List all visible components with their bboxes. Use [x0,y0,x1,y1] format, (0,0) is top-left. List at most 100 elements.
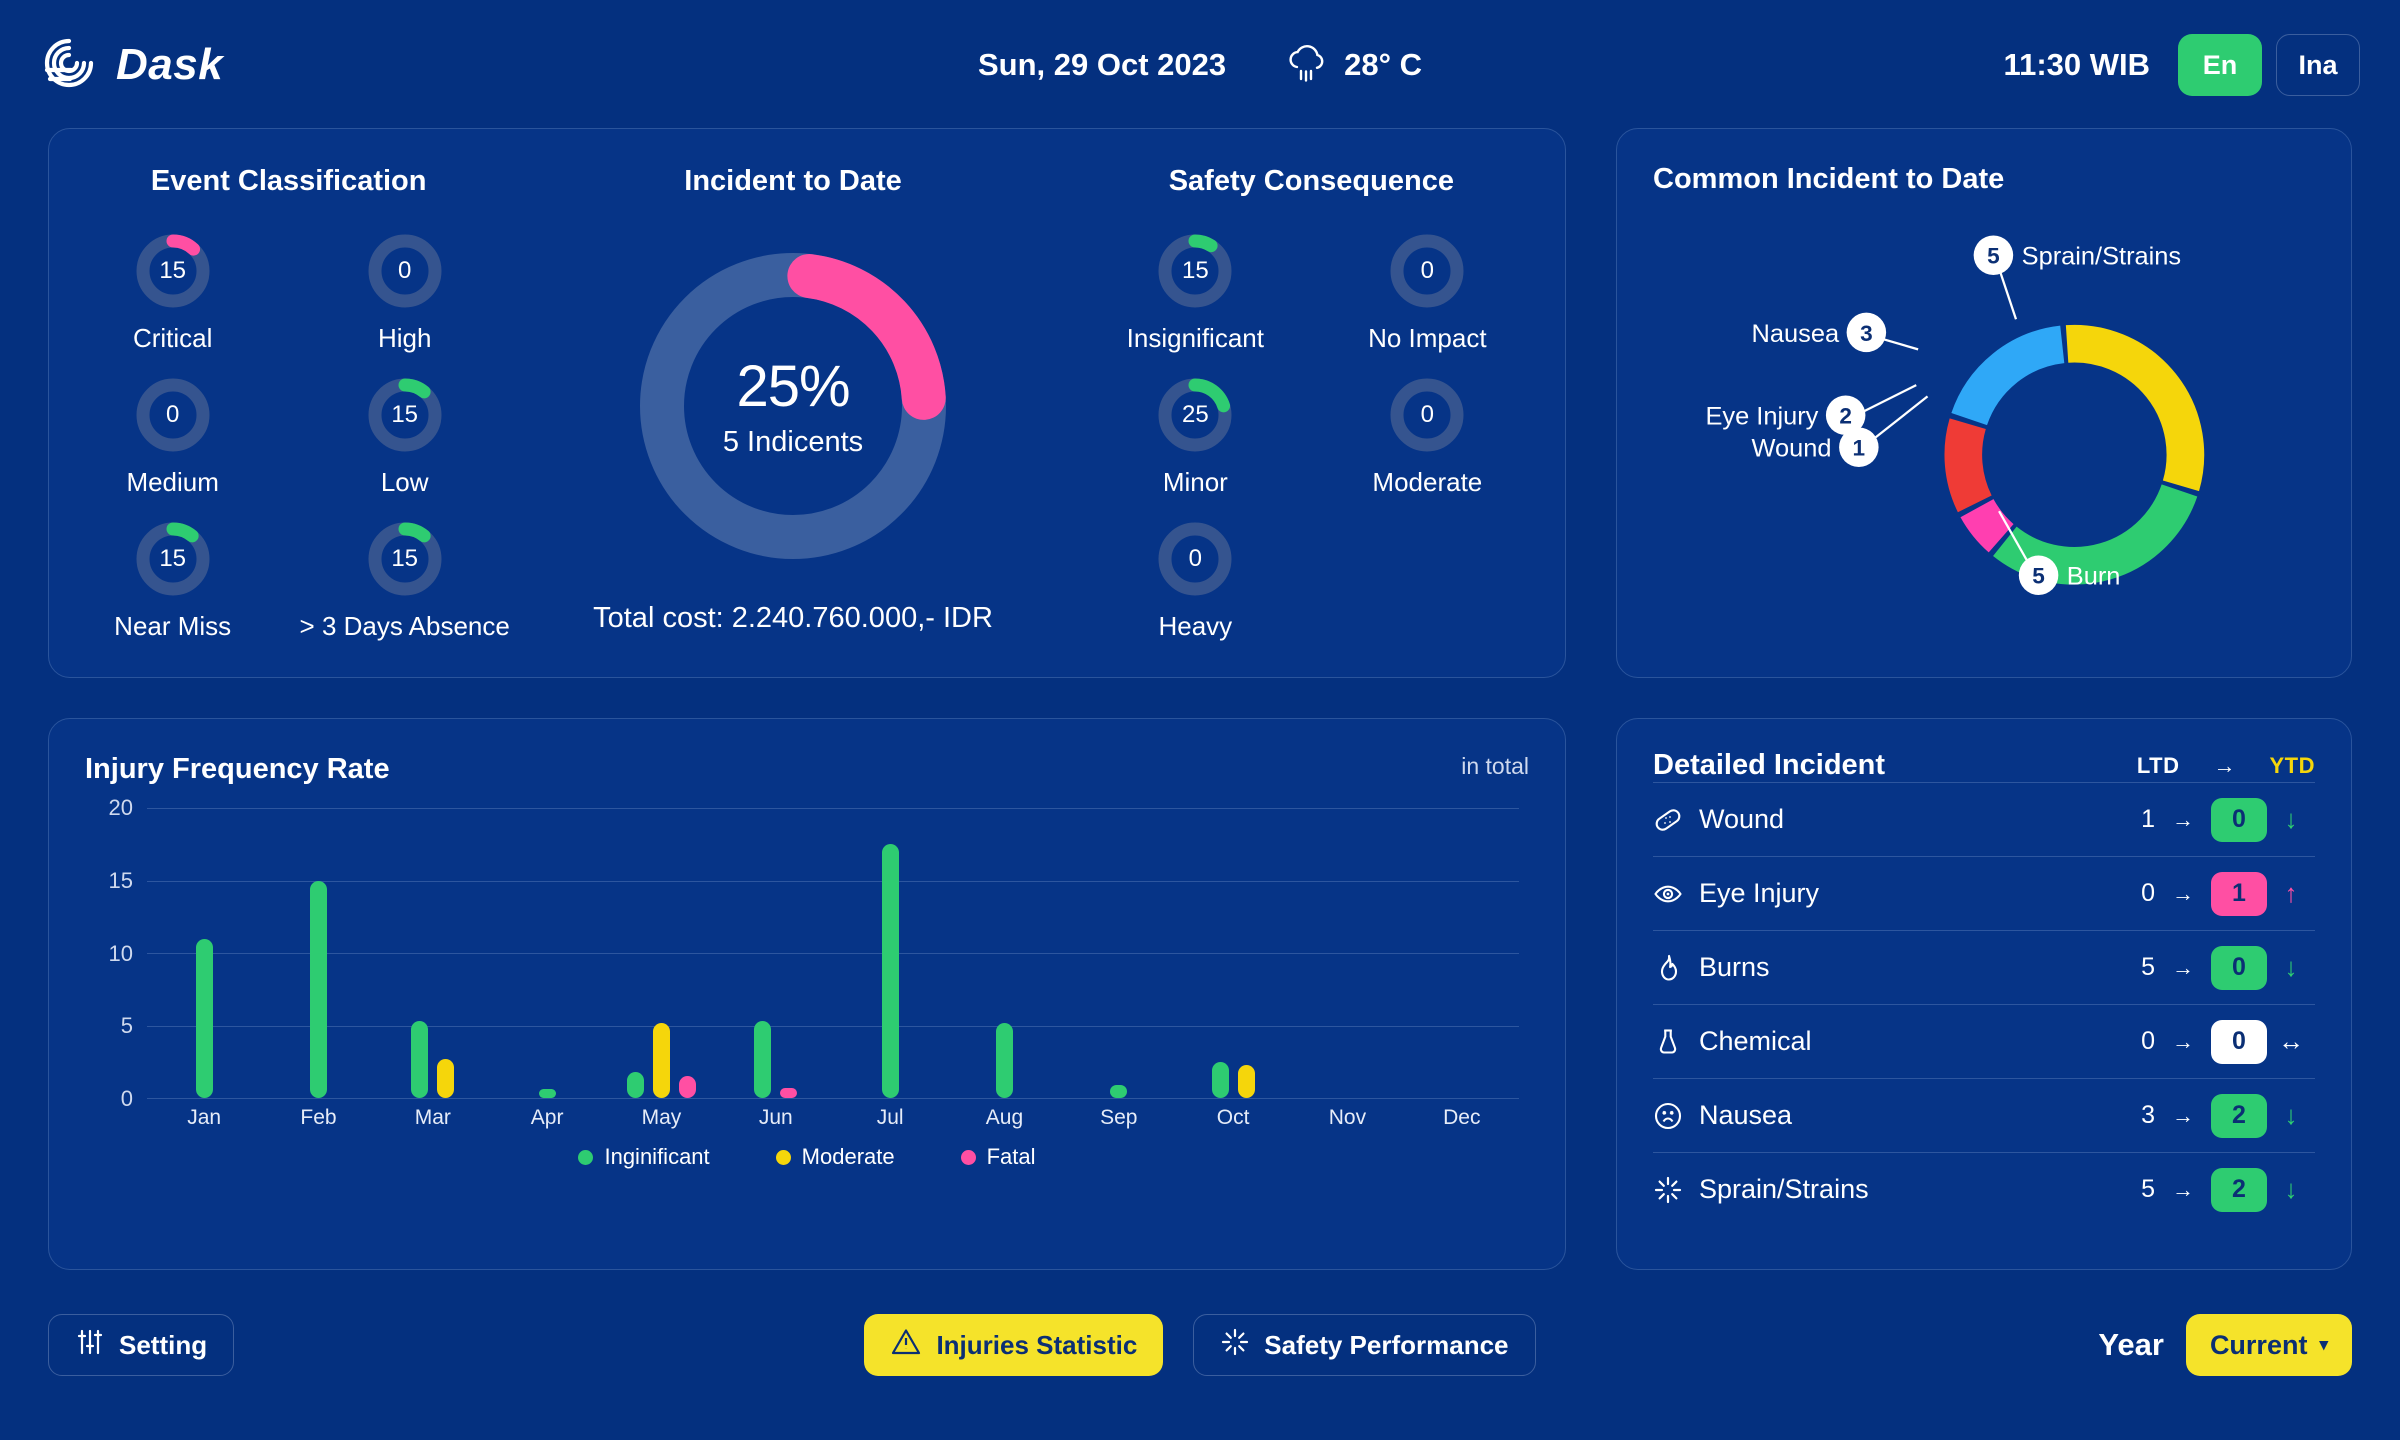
year-value: Current [2209,1329,2308,1360]
bar-inginificant-may[interactable] [626,1071,644,1098]
gauge-insignificant[interactable]: 15 Insignificant [1127,232,1264,354]
gauge-near-miss[interactable]: 15 Near Miss [114,520,231,642]
gauge-moderate[interactable]: 0 Moderate [1372,376,1482,498]
row-label: Burns [1699,952,1770,982]
bar-moderate-may[interactable] [652,1022,670,1098]
bar-inginificant-apr[interactable] [538,1089,556,1098]
warning-triangle-icon [890,1326,922,1365]
gauge-three-days-absence[interactable]: 15 > 3 Days Absence [300,520,510,642]
header-right: 11:30 WIB En Ina [2004,34,2360,96]
gauge-heavy[interactable]: 0 Heavy [1156,520,1234,642]
lang-ina-button[interactable]: Ina [2276,34,2360,96]
callout-label: Eye Injury [1705,403,1818,431]
donut-segment-nausea [1951,325,2065,426]
bar-group-feb [261,808,375,1098]
incident-count: 5 Indicents [722,426,864,458]
status-badge: 2 [2211,1093,2267,1138]
header-time: 11:30 WIB [2003,47,2150,82]
year-select[interactable]: Current ▾ [2185,1314,2352,1376]
table-row[interactable]: Wound 1 → 0 ↓ [1653,782,2315,856]
bar-inginificant-jan[interactable] [195,938,213,1098]
chart-title: Injury Frequency Rate [85,753,390,785]
legend-item-insignificant[interactable]: Inginificant [578,1144,710,1170]
bar-group-jun [719,808,833,1098]
legend-item-moderate[interactable]: Moderate [775,1144,895,1170]
common-incident-card: Common Incident to Date 5 Sprain/Strains… [1616,128,2352,678]
row-values: 0 → 0 ↔ [2101,1019,2315,1064]
gauge-ring: 15 [134,520,212,598]
injury-frequency-card: Injury Frequency Rate in total 0 5 10 15 20 … [48,718,1566,1270]
injuries-statistic-button[interactable]: Injuries Statistic [864,1314,1164,1376]
safety-consequence-panel: Safety Consequence 15 Insignificant 0 No… [1058,165,1565,677]
language-toggle: En Ina [2178,34,2360,96]
bar-moderate-oct[interactable] [1237,1064,1255,1098]
status-badge: 0 [2211,1019,2267,1064]
bar-fatal-may[interactable] [678,1076,696,1098]
safety-performance-button[interactable]: Safety Performance [1193,1314,1536,1376]
table-row[interactable]: Burns 5 → 0 ↓ [1653,930,2315,1004]
bar-group-oct [1176,808,1290,1098]
column-header-ltd[interactable]: LTD [2137,753,2180,779]
row-ltd: 5 [2141,1175,2155,1203]
donut-callout-eye-injury: 2 Eye Injury [1705,395,1866,435]
trend-up-icon: ↑ [2284,878,2298,908]
bar-inginificant-mar[interactable] [411,1021,429,1098]
row-ltd: 0 [2141,1027,2155,1055]
weather-widget: 28° C [1284,40,1422,91]
donut-callout-sprain: 5 Sprain/Strains [1973,235,2181,276]
detailed-incident-card: Detailed Incident LTD → YTD Wound 1 → 0 … [1616,718,2352,1270]
gauge-ring: 0 [366,232,444,310]
gauge-critical[interactable]: 15 Critical [133,232,212,354]
table-row[interactable]: Sprain/Strains 5 → 2 ↓ [1653,1152,2315,1226]
incident-percent: 25% [736,354,850,419]
gauge-value: 0 [1188,545,1202,572]
gauge-label: Near Miss [114,611,232,641]
callout-value: 1 [1853,436,1866,461]
table-row[interactable]: Eye Injury 0 → 1 ↑ [1653,856,2315,930]
gauge-low[interactable]: 15 Low [366,376,444,498]
total-cost-text: Total cost: 2.240.760.000,- IDR [593,602,993,634]
arrow-right-icon: → [2172,880,2194,906]
gauge-minor[interactable]: 25 Minor [1156,376,1234,498]
status-badge: 1 [2211,871,2267,916]
bar-moderate-mar[interactable] [437,1058,455,1098]
legend-dot-icon [960,1149,976,1165]
gauge-no-impact[interactable]: 0 No Impact [1368,232,1487,354]
callout-label: Sprain/Strains [2022,243,2181,271]
x-axis-tick-may: May [641,1106,682,1129]
bar-inginificant-sep[interactable] [1110,1084,1128,1098]
setting-button[interactable]: Setting [48,1314,235,1376]
bar-group-jul [833,808,947,1098]
rain-cloud-icon [1284,40,1330,91]
column-header-ytd[interactable]: YTD [2270,753,2316,779]
row-ltd: 5 [2141,953,2155,981]
y-axis-tick: 20 [108,795,133,820]
legend-item-fatal[interactable]: Fatal [960,1144,1036,1170]
table-row[interactable]: Chemical 0 → 0 ↔ [1653,1004,2315,1078]
incident-to-date-donut: 25% 5 Indicents [625,238,961,574]
bar-inginificant-aug[interactable] [995,1022,1013,1098]
callout-label: Wound [1752,435,1832,463]
bar-inginificant-oct[interactable] [1211,1061,1229,1098]
table-row[interactable]: Nausea 3 → 2 ↓ [1653,1078,2315,1152]
gauge-medium[interactable]: 0 Medium [126,376,219,498]
bar-inginificant-jun[interactable] [754,1021,772,1098]
sparkle-burst-icon [1653,1175,1693,1205]
chart-legend: Inginificant Moderate Fatal [85,1144,1529,1170]
arrow-right-icon: → [2213,752,2236,778]
row-ltd: 3 [2141,1101,2155,1129]
x-axis-tick-feb: Feb [300,1106,337,1129]
x-axis-tick-aug: Aug [985,1106,1024,1129]
gauge-label: Critical [132,323,213,353]
nausea-face-icon [1653,1101,1693,1131]
row-label: Wound [1699,804,1785,834]
gauge-high[interactable]: 0 High [366,232,444,354]
bar-fatal-jun[interactable] [780,1087,798,1098]
lang-en-button[interactable]: En [2178,34,2262,96]
plot-area: 0 5 10 15 20 [109,795,1519,1111]
trend-flat-icon: ↔ [2278,1026,2304,1056]
footer-right: Year Current ▾ [2098,1314,2352,1376]
bar-inginificant-jul[interactable] [881,844,899,1098]
bar-inginificant-feb[interactable] [309,880,327,1098]
row-values: 0 → 1 ↑ [2101,871,2315,916]
